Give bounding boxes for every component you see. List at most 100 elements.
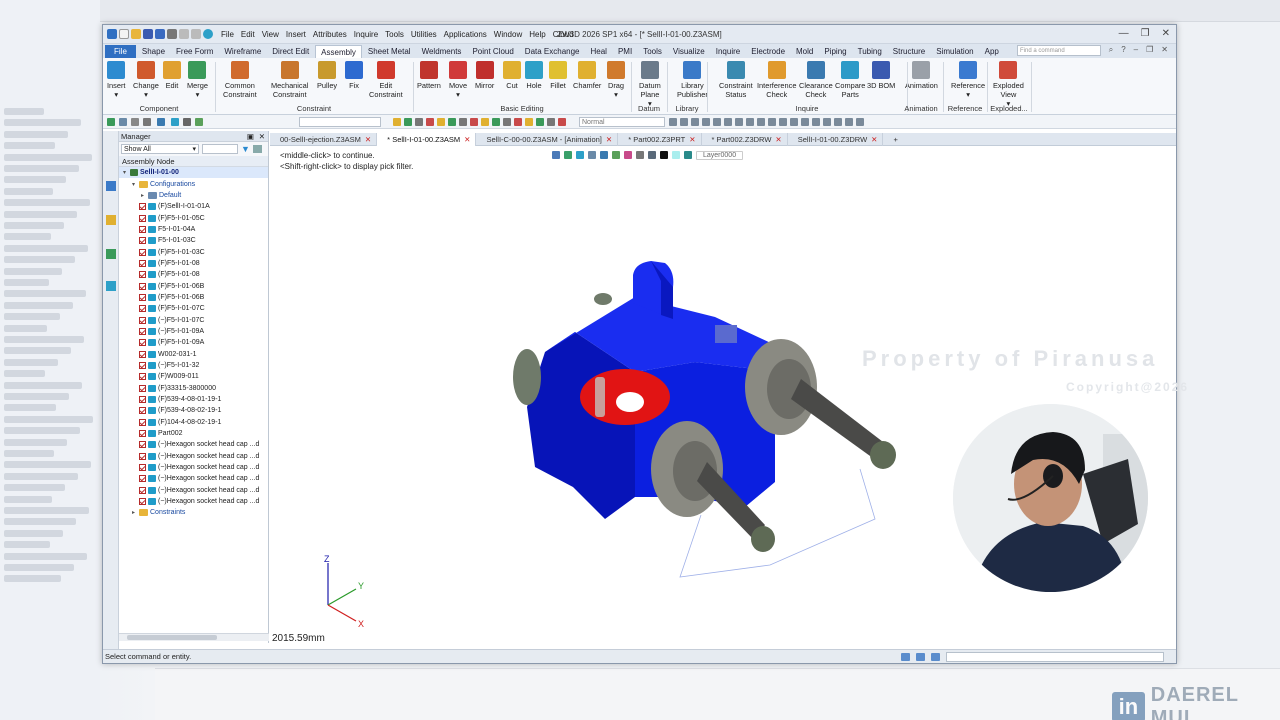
tree-item[interactable]: (F)F5-I-01-08	[119, 258, 268, 269]
tree-item[interactable]: (F)F5-I-01-06B	[119, 292, 268, 303]
ribbon-button[interactable]: Drag ▾	[607, 61, 625, 99]
ribbon-tab[interactable]: Electrode	[746, 45, 790, 58]
tree-item[interactable]: (F)F5-I-01-06B	[119, 280, 268, 291]
close-icon[interactable]: ✕	[689, 135, 695, 144]
visibility-checkbox[interactable]	[139, 373, 146, 381]
toolbar-icon[interactable]	[812, 118, 820, 126]
expand-icon[interactable]: ▸	[132, 509, 139, 516]
filter-combo[interactable]	[299, 117, 381, 127]
toolbar-icon[interactable]	[735, 118, 743, 126]
toolbar-icon[interactable]	[834, 118, 842, 126]
ribbon-button[interactable]: 3D BOM	[867, 61, 895, 90]
ribbon-button[interactable]: Datum Plane ▾	[639, 61, 661, 108]
color-swatch-icon[interactable]	[660, 151, 668, 159]
document-tab[interactable]: SellI-C-00-00.Z3ASM - [Animation] ✕	[476, 133, 619, 146]
ribbon-button[interactable]: Hole	[525, 61, 543, 90]
filter-icon[interactable]: ▼	[241, 144, 250, 154]
top-flange[interactable]	[594, 293, 612, 305]
tree-item[interactable]: (F)W009-011	[119, 371, 268, 382]
visibility-checkbox[interactable]	[139, 271, 146, 279]
ribbon-button[interactable]: Edit	[163, 61, 181, 90]
menu-item[interactable]: Insert	[286, 30, 306, 39]
ribbon-button[interactable]: Fillet	[549, 61, 567, 90]
ribbon-button[interactable]: Library Publisher	[677, 61, 708, 99]
ribbon-tab[interactable]: Shape	[137, 45, 170, 58]
visibility-checkbox[interactable]	[139, 203, 146, 211]
toolbar-icon[interactable]	[470, 118, 478, 126]
toolbar-icon[interactable]	[845, 118, 853, 126]
tree-item[interactable]: ▸ Default	[119, 190, 268, 201]
toolbar-icon[interactable]	[157, 118, 165, 126]
ribbon-tab[interactable]: Assembly	[315, 44, 362, 58]
tree-item[interactable]: W002-031-1	[119, 349, 268, 360]
toolbar-icon[interactable]	[426, 118, 434, 126]
toolbar-icon[interactable]	[514, 118, 522, 126]
open-file-icon[interactable]	[131, 29, 141, 39]
ribbon-tab[interactable]: App	[980, 45, 1004, 58]
visibility-checkbox[interactable]	[139, 430, 146, 438]
tree-item[interactable]: (−)Hexagon socket head cap ...d	[119, 496, 268, 507]
toolbar-icon[interactable]	[492, 118, 500, 126]
tree-item[interactable]: (F)33315-3800000	[119, 383, 268, 394]
tree-item[interactable]: (F)F5-I-01-08	[119, 269, 268, 280]
menu-item[interactable]: Inquire	[354, 30, 378, 39]
restore-icon[interactable]: ❐	[1146, 45, 1153, 55]
tree-item[interactable]: (−)F5-I-01-07C	[119, 314, 268, 325]
visibility-checkbox[interactable]	[139, 248, 146, 256]
tree-item[interactable]: ▾ SellI-I-01-00	[119, 167, 268, 179]
visibility-checkbox[interactable]	[139, 225, 146, 233]
visibility-checkbox[interactable]	[139, 316, 146, 324]
visibility-checkbox[interactable]	[139, 452, 146, 460]
command-input[interactable]	[946, 652, 1164, 662]
filter-icon[interactable]	[624, 151, 632, 159]
close-icon[interactable]: ✕	[365, 135, 371, 144]
visibility-checkbox[interactable]	[139, 441, 146, 449]
tree-item[interactable]: (F)F5-I-01-05C	[119, 212, 268, 223]
ribbon-tab[interactable]: PMI	[613, 45, 637, 58]
toolbar-icon[interactable]	[779, 118, 787, 126]
toolbar-icon[interactable]	[713, 118, 721, 126]
tree-item[interactable]: (F)SellI-I-01-01A	[119, 201, 268, 212]
tree-item[interactable]: (F)539-4-08-02-19-1	[119, 405, 268, 416]
new-file-icon[interactable]	[119, 29, 129, 39]
window-toggle-icon[interactable]	[931, 653, 940, 661]
visibility-checkbox[interactable]	[139, 293, 146, 301]
settings-icon[interactable]	[252, 145, 262, 153]
ribbon-tab[interactable]: Sheet Metal	[363, 45, 416, 58]
tree-item[interactable]: ▸ Constraints	[119, 507, 268, 518]
toolbar-icon[interactable]	[481, 118, 489, 126]
ribbon-tab[interactable]: Mold	[791, 45, 818, 58]
visibility-checkbox[interactable]	[139, 486, 146, 494]
transparency-icon[interactable]	[672, 151, 680, 159]
toolbar-icon[interactable]	[856, 118, 864, 126]
menu-item[interactable]: Help	[529, 30, 545, 39]
ribbon-button[interactable]: Move ▾	[449, 61, 467, 99]
visibility-checkbox[interactable]	[139, 327, 146, 335]
toolbar-icon[interactable]	[823, 118, 831, 126]
menu-item[interactable]: Attributes	[313, 30, 347, 39]
section-icon[interactable]	[612, 151, 620, 159]
ribbon-tab[interactable]: Simulation	[931, 45, 978, 58]
ribbon-button[interactable]: Reference ▾	[951, 61, 985, 99]
menu-item[interactable]: Window	[494, 30, 522, 39]
ribbon-tab[interactable]: Heal	[586, 45, 612, 58]
expand-icon[interactable]: ▾	[123, 169, 130, 176]
ribbon-button[interactable]: Merge ▾	[187, 61, 208, 99]
render-icon[interactable]	[600, 151, 608, 159]
ribbon-button[interactable]: Common Constraint	[223, 61, 257, 99]
ribbon-tab[interactable]: Tools	[638, 45, 667, 58]
toolbar-icon[interactable]	[131, 118, 139, 126]
toolbar-icon[interactable]	[448, 118, 456, 126]
menu-item[interactable]: Tools	[385, 30, 404, 39]
ribbon-tab[interactable]: Inquire	[711, 45, 745, 58]
ribbon-tab[interactable]: File	[105, 44, 136, 58]
history-tab-icon[interactable]	[106, 215, 116, 225]
ribbon-tab[interactable]: Direct Edit	[267, 45, 314, 58]
toolbar-icon[interactable]	[415, 118, 423, 126]
visibility-checkbox[interactable]	[139, 396, 146, 404]
toolbar-icon[interactable]	[119, 118, 127, 126]
toolbar-icon[interactable]	[680, 118, 688, 126]
visibility-checkbox[interactable]	[139, 407, 146, 415]
ribbon-tab[interactable]: Visualize	[668, 45, 710, 58]
visibility-checkbox[interactable]	[139, 498, 146, 506]
